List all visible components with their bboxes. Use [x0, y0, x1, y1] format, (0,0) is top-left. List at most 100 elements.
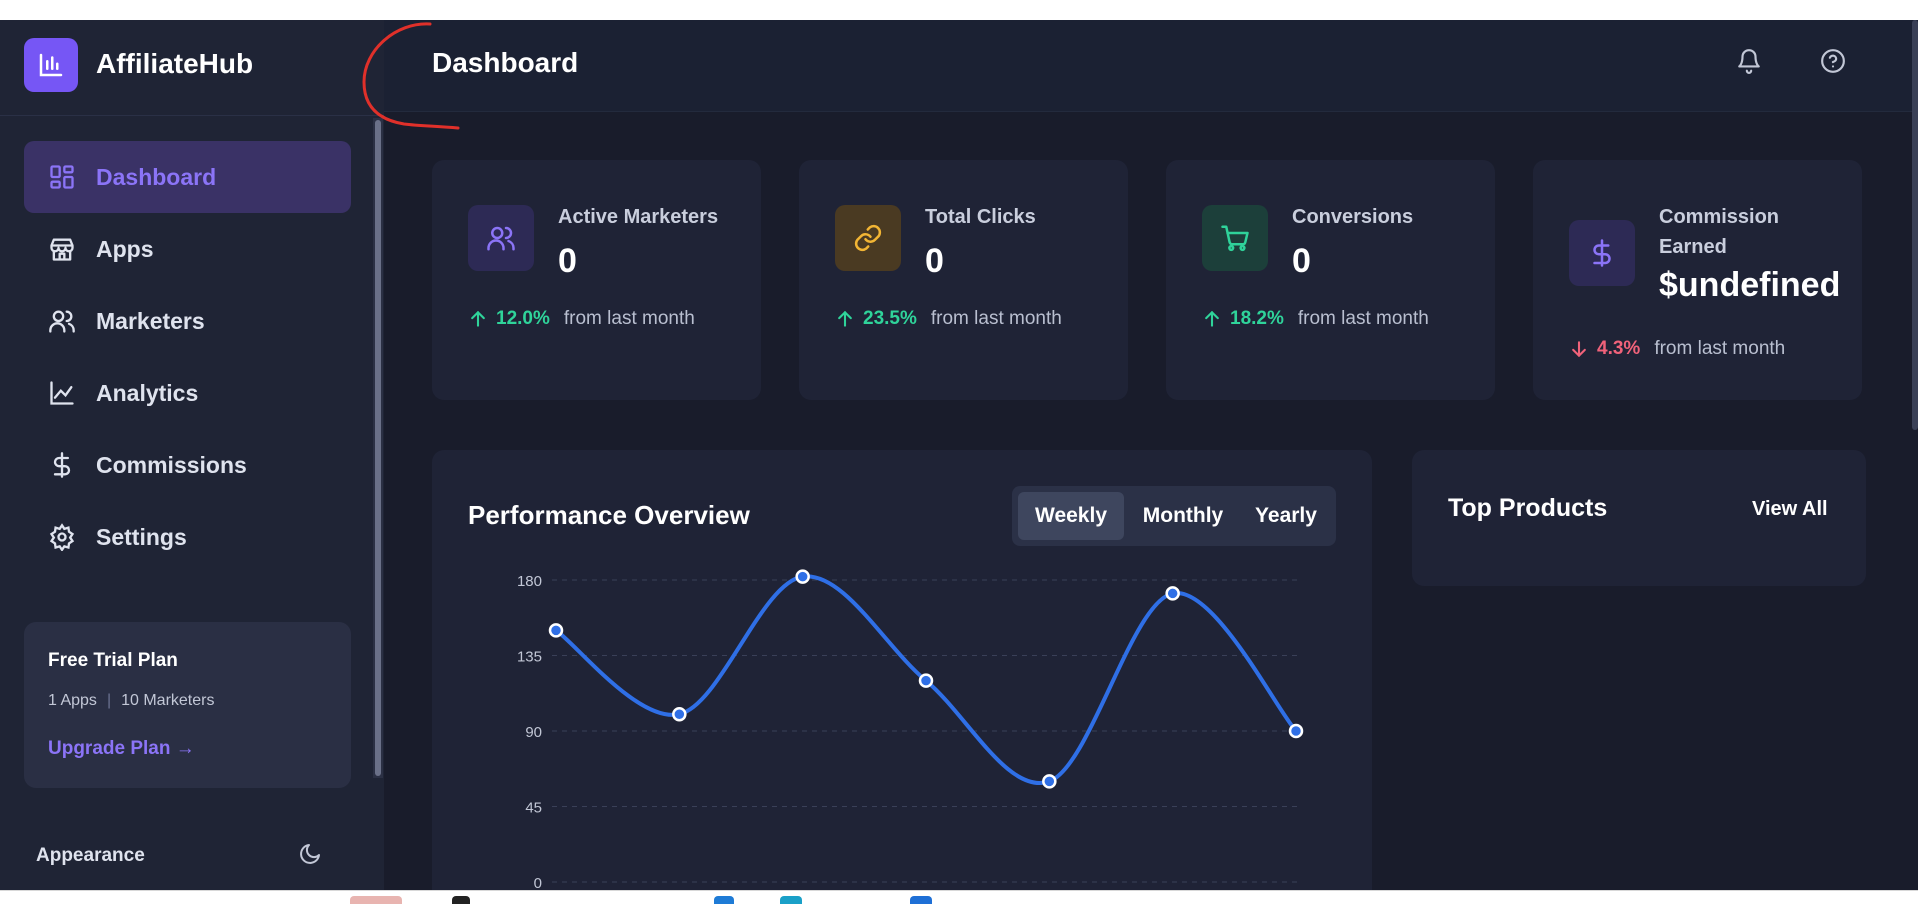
stat-value: 0	[558, 242, 577, 280]
sidebar-item-analytics[interactable]: Analytics	[24, 357, 351, 429]
plan-meta: 1 Apps | 10 Marketers	[48, 692, 214, 710]
stat-change-suffix: from last month	[1297, 308, 1429, 329]
data-point[interactable]	[795, 569, 810, 584]
taskbar-app-icon[interactable]	[452, 896, 470, 904]
stat-trend: 23.5% from last month	[835, 308, 1062, 330]
stat-change: 23.5%	[863, 308, 917, 329]
stat-label: Total Clicks	[925, 206, 1036, 228]
sidebar-item-settings[interactable]: Settings	[24, 501, 351, 573]
stat-card-active-marketers: Active Marketers 0 12.0% from last month	[432, 160, 761, 400]
data-point[interactable]	[672, 706, 687, 722]
top-products-title: Top Products	[1448, 494, 1608, 522]
stat-trend: 12.0% from last month	[468, 308, 695, 330]
sidebar-item-marketers[interactable]: Marketers	[24, 285, 351, 357]
data-point[interactable]	[1042, 774, 1057, 789]
bell-icon[interactable]	[1736, 48, 1762, 74]
stat-card-total-clicks: Total Clicks 0 23.5% from last month	[799, 160, 1128, 400]
view-all-link[interactable]: View All	[1752, 498, 1828, 521]
taskbar	[0, 890, 1918, 904]
sidebar-item-label: Commissions	[96, 452, 247, 478]
dollar-icon	[53, 452, 71, 478]
y-tick-label: 45	[525, 800, 542, 817]
stat-value: 0	[925, 242, 944, 280]
grid-icon	[50, 165, 74, 189]
brand: AffiliateHub	[0, 20, 384, 116]
store-icon	[50, 238, 74, 261]
help-icon[interactable]	[1820, 48, 1846, 74]
stat-change-suffix: from last month	[930, 308, 1062, 329]
plan-apps: 1 Apps	[48, 692, 97, 709]
main-scrollbar-thumb[interactable]	[1912, 20, 1918, 430]
top-bar: Dashboard	[384, 20, 1918, 112]
arrow-up-icon	[838, 310, 852, 327]
link-icon	[835, 205, 901, 271]
stat-change-suffix: from last month	[563, 308, 695, 329]
sidebar-scrollbar-thumb[interactable]	[375, 120, 381, 776]
tab-monthly[interactable]: Monthly	[1128, 492, 1238, 540]
taskbar-app-icon[interactable]	[350, 896, 402, 904]
main-content: Dashboard Active Marketers 0 12.0% from …	[384, 20, 1918, 890]
users-icon	[49, 310, 75, 333]
tab-weekly[interactable]: Weekly	[1018, 492, 1124, 540]
plan-separator: |	[106, 692, 112, 709]
line-chart-icon	[50, 381, 74, 405]
plan-card: Free Trial Plan 1 Apps | 10 Marketers Upgr…	[24, 622, 351, 788]
stat-change: 12.0%	[496, 308, 550, 329]
stat-card-conversions: Conversions 0 18.2% from last month	[1166, 160, 1495, 400]
sidebar-item-label: Settings	[96, 524, 187, 550]
performance-title: Performance Overview	[468, 500, 750, 530]
sidebar-nav: Dashboard Apps Marketers Analytics Commi…	[24, 141, 351, 573]
top-products-card: Top Products View All	[1412, 450, 1866, 586]
taskbar-app-icon[interactable]	[714, 896, 734, 904]
dollar-icon	[1569, 220, 1635, 286]
sidebar-item-apps[interactable]: Apps	[24, 213, 351, 285]
stat-change: 4.3%	[1597, 338, 1641, 359]
users-icon	[468, 205, 534, 271]
y-tick-label: 0	[534, 875, 542, 890]
bar-chart-icon[interactable]	[24, 38, 78, 92]
stat-label: Active Marketers	[558, 206, 719, 228]
red-pen-annotation	[362, 22, 460, 130]
appearance-label: Appearance	[36, 845, 145, 866]
sidebar-item-label: Apps	[96, 236, 154, 262]
y-tick-label: 135	[517, 649, 542, 666]
performance-line-chart: 180 135 90 45 0	[517, 569, 1304, 890]
y-tick-label: 90	[525, 724, 542, 741]
data-point[interactable]	[918, 673, 934, 688]
sidebar-item-label: Analytics	[96, 380, 199, 406]
gear-icon	[49, 523, 75, 551]
stat-label: Commission Earned	[1659, 206, 1780, 258]
sidebar: AffiliateHub Dashboard Apps Marketers An…	[0, 20, 384, 890]
stat-value: $undefined	[1659, 266, 1841, 304]
data-point[interactable]	[1165, 586, 1180, 601]
upgrade-plan-link[interactable]: Upgrade Plan →	[48, 738, 195, 760]
tab-yearly[interactable]: Yearly	[1240, 492, 1332, 540]
period-toggle: Weekly Monthly Yearly	[1012, 486, 1336, 546]
data-point[interactable]	[1288, 723, 1304, 739]
sidebar-item-dashboard[interactable]: Dashboard	[24, 141, 351, 213]
taskbar-app-icon[interactable]	[910, 896, 932, 904]
cart-icon	[1202, 205, 1268, 271]
arrow-up-icon	[1205, 310, 1219, 327]
brand-name: AffiliateHub	[96, 48, 254, 79]
y-tick-label: 180	[517, 573, 542, 590]
app-window: AffiliateHub Dashboard Apps Marketers An…	[0, 20, 1918, 890]
sidebar-item-label: Dashboard	[96, 164, 217, 190]
arrow-down-icon	[1572, 341, 1586, 358]
stat-change-suffix: from last month	[1654, 338, 1786, 359]
arrow-up-icon	[471, 310, 485, 327]
plan-marketers: 10 Marketers	[121, 692, 215, 709]
performance-overview-card: Performance Overview Weekly Monthly Year…	[432, 450, 1372, 890]
sidebar-item-label: Marketers	[96, 308, 205, 334]
stat-trend: 4.3% from last month	[1569, 338, 1785, 360]
data-point[interactable]	[548, 623, 564, 638]
sidebar-item-commissions[interactable]: Commissions	[24, 429, 351, 501]
stat-card-commission-earned: Commission Earned $undefined 4.3% from l…	[1533, 160, 1862, 400]
stat-value: 0	[1292, 242, 1311, 280]
stat-trend: 18.2% from last month	[1202, 308, 1429, 330]
stat-change: 18.2%	[1230, 308, 1284, 329]
plan-title: Free Trial Plan	[48, 650, 178, 671]
moon-icon[interactable]	[298, 842, 322, 866]
taskbar-app-icon[interactable]	[780, 896, 802, 904]
stat-label: Conversions	[1292, 206, 1414, 228]
